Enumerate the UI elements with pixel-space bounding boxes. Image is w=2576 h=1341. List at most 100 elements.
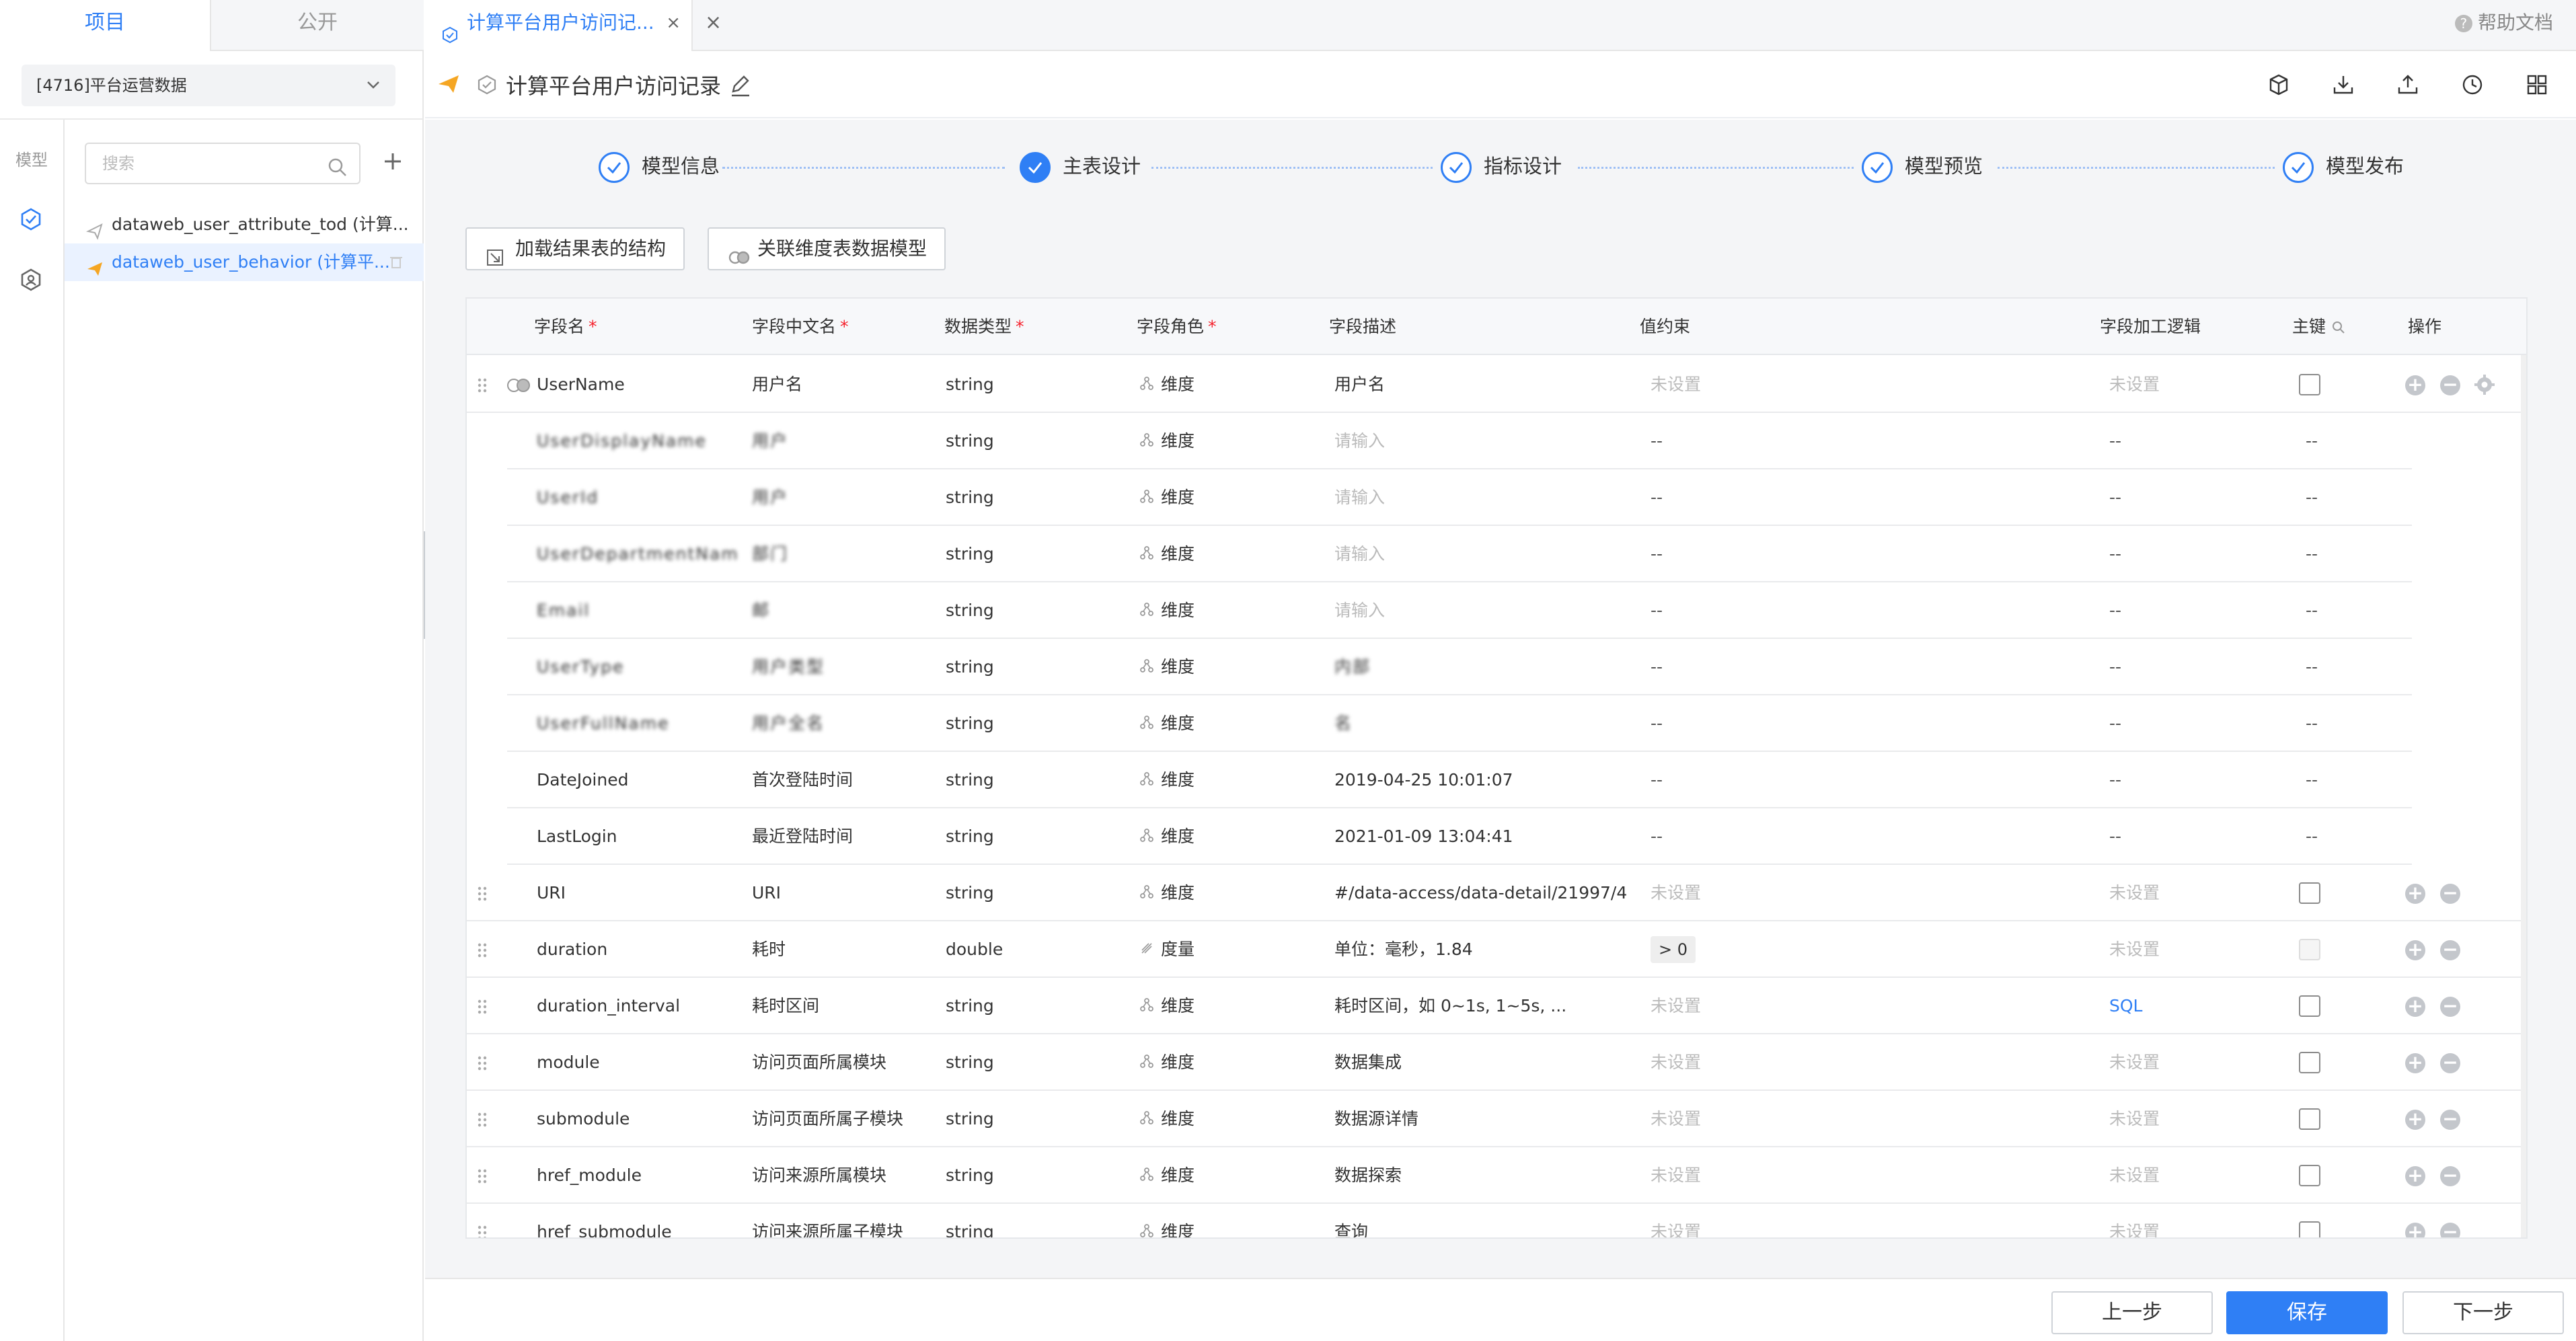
- remove-row-icon[interactable]: −: [2440, 375, 2460, 395]
- cell-field-desc[interactable]: 请输入: [1334, 582, 1630, 639]
- toggle-icon[interactable]: [506, 377, 533, 398]
- history-icon[interactable]: [2460, 73, 2485, 97]
- drag-handle-icon[interactable]: [476, 998, 488, 1020]
- table-row[interactable]: UserName 用户名 string 维度 用户名 未设置 未设置 + −: [467, 356, 2526, 413]
- cell-constraint[interactable]: 未设置: [1651, 1091, 2054, 1147]
- add-button[interactable]: [379, 144, 406, 179]
- table-row[interactable]: submodule 访问页面所属子模块 string 维度 数据源详情 未设置 未设置 + −: [467, 1091, 2526, 1147]
- save-button[interactable]: 保存: [2226, 1291, 2388, 1334]
- project-select[interactable]: [4716]平台运营数据: [22, 65, 395, 106]
- drag-handle-icon[interactable]: [476, 1167, 488, 1190]
- add-row-icon[interactable]: +: [2405, 1110, 2425, 1130]
- add-row-icon[interactable]: +: [2405, 884, 2425, 904]
- table-row[interactable]: href_module 访问来源所属模块 string 维度 数据探索 未设置 未设置 + −: [467, 1147, 2526, 1204]
- tab-public[interactable]: 公开: [210, 0, 424, 51]
- model-cube-icon[interactable]: [17, 206, 44, 233]
- table-row[interactable]: UserDepartmentName 部门 string 维度 请输入 -- -- --: [467, 526, 2526, 582]
- shield-icon[interactable]: [17, 266, 44, 293]
- add-row-icon[interactable]: +: [2405, 1166, 2425, 1186]
- tab-project[interactable]: 项目: [0, 0, 210, 51]
- table-row[interactable]: Email 邮 string 维度 请输入 -- -- --: [467, 582, 2526, 639]
- cell-constraint[interactable]: 未设置: [1651, 1034, 2054, 1091]
- remove-row-icon[interactable]: −: [2440, 884, 2460, 904]
- step-main-table[interactable]: 主表设计: [1020, 149, 1141, 183]
- drag-handle-icon[interactable]: [476, 885, 488, 907]
- add-row-icon[interactable]: +: [2405, 997, 2425, 1017]
- cell-field-desc[interactable]: 请输入: [1334, 526, 1630, 582]
- remove-row-icon[interactable]: −: [2440, 1110, 2460, 1130]
- cell-field-desc[interactable]: 请输入: [1334, 413, 1630, 469]
- upload-icon[interactable]: [2396, 73, 2420, 97]
- add-row-icon[interactable]: +: [2405, 375, 2425, 395]
- drag-handle-icon[interactable]: [476, 377, 488, 399]
- table-row[interactable]: duration 耗时 double 度量 单位：毫秒，1.84 > 0 未设置 + −: [467, 921, 2526, 978]
- close-icon[interactable]: ×: [666, 0, 681, 46]
- primary-key-checkbox[interactable]: [2299, 1165, 2320, 1186]
- add-row-icon[interactable]: +: [2405, 1223, 2425, 1237]
- drag-handle-icon[interactable]: [476, 1055, 488, 1077]
- primary-key-checkbox[interactable]: [2299, 374, 2320, 395]
- drag-handle-icon[interactable]: [476, 942, 488, 964]
- step-model-info[interactable]: 模型信息: [599, 149, 720, 183]
- remove-row-icon[interactable]: −: [2440, 1053, 2460, 1073]
- cell-logic[interactable]: 未设置: [2109, 1034, 2271, 1091]
- remove-row-icon[interactable]: −: [2440, 997, 2460, 1017]
- cube-icon[interactable]: [2267, 73, 2291, 97]
- primary-key-checkbox[interactable]: [2299, 882, 2320, 904]
- cell-constraint[interactable]: 未设置: [1651, 978, 2054, 1034]
- cell-logic[interactable]: 未设置: [2109, 1091, 2271, 1147]
- step-metrics[interactable]: 指标设计: [1441, 149, 1562, 183]
- add-row-icon[interactable]: +: [2405, 1053, 2425, 1073]
- download-icon[interactable]: [2331, 73, 2355, 97]
- step-publish[interactable]: 模型发布: [2283, 149, 2404, 183]
- table-row[interactable]: LastLogin 最近登陆时间 string 维度 2021-01-09 13:04:…: [467, 808, 2526, 865]
- cell-constraint[interactable]: 未设置: [1651, 865, 2054, 921]
- remove-row-icon[interactable]: −: [2440, 1166, 2460, 1186]
- link-dimension-button[interactable]: 关联维度表数据模型: [708, 227, 946, 270]
- edit-icon[interactable]: [729, 73, 752, 103]
- primary-key-checkbox[interactable]: [2299, 1052, 2320, 1073]
- table-row[interactable]: URI URI string 维度 #/data-access/data-detail/…: [467, 865, 2526, 921]
- table-row[interactable]: duration_interval 耗时区间 string 维度 耗时区间，如 0~1s…: [467, 978, 2526, 1034]
- cell-logic[interactable]: 未设置: [2109, 921, 2271, 978]
- remove-row-icon[interactable]: −: [2440, 940, 2460, 960]
- cell-constraint[interactable]: 未设置: [1651, 356, 2054, 413]
- primary-key-checkbox[interactable]: [2299, 995, 2320, 1017]
- primary-key-checkbox[interactable]: [2299, 1221, 2320, 1237]
- table-row[interactable]: DateJoined 首次登陆时间 string 维度 2019-04-25 10:01…: [467, 752, 2526, 808]
- cell-logic[interactable]: SQL: [2109, 978, 2271, 1034]
- help-doc-link[interactable]: ? 帮助文档: [2454, 0, 2553, 46]
- primary-key-checkbox[interactable]: [2299, 1108, 2320, 1130]
- tree-item-attribute[interactable]: dataweb_user_attribute_tod (计算...: [65, 206, 424, 243]
- cell-constraint[interactable]: 未设置: [1651, 1204, 2054, 1237]
- cell-logic[interactable]: 未设置: [2109, 1204, 2271, 1237]
- load-structure-button[interactable]: 加载结果表的结构: [465, 227, 685, 270]
- step-preview[interactable]: 模型预览: [1862, 149, 1983, 183]
- table-row[interactable]: UserType 用户类型 string 维度 内部 -- -- --: [467, 639, 2526, 695]
- cell-field-desc[interactable]: 请输入: [1334, 469, 1630, 526]
- table-row[interactable]: href_submodule 访问来源所属子模块 string 维度 查询 未设置 未设置 +…: [467, 1204, 2526, 1237]
- trash-icon[interactable]: [389, 243, 404, 281]
- search-icon[interactable]: [2331, 317, 2346, 336]
- cell-logic[interactable]: 未设置: [2109, 1147, 2271, 1204]
- primary-key-checkbox[interactable]: [2299, 939, 2320, 960]
- gear-icon[interactable]: [2474, 374, 2495, 400]
- search-icon[interactable]: [327, 153, 348, 192]
- drag-handle-icon[interactable]: [476, 1111, 488, 1133]
- cell-constraint[interactable]: > 0: [1651, 921, 2054, 978]
- table-row[interactable]: module 访问页面所属模块 string 维度 数据集成 未设置 未设置 + −: [467, 1034, 2526, 1091]
- add-row-icon[interactable]: +: [2405, 940, 2425, 960]
- cell-logic[interactable]: 未设置: [2109, 356, 2271, 413]
- table-row[interactable]: UserFullName 用户全名 string 维度 名 -- -- --: [467, 695, 2526, 752]
- tree-item-behavior[interactable]: dataweb_user_behavior (计算平...: [65, 243, 424, 281]
- grid-icon[interactable]: [2525, 73, 2549, 97]
- cell-logic[interactable]: 未设置: [2109, 865, 2271, 921]
- scrollbar[interactable]: [2521, 355, 2526, 1237]
- table-row[interactable]: UserDisplayName 用户 string 维度 请输入 -- -- --: [467, 413, 2526, 469]
- table-row[interactable]: UserId 用户 string 维度 请输入 -- -- --: [467, 469, 2526, 526]
- cell-constraint[interactable]: 未设置: [1651, 1147, 2054, 1204]
- prev-button[interactable]: 上一步: [2051, 1291, 2213, 1334]
- search-input[interactable]: 搜索: [85, 143, 361, 184]
- next-button[interactable]: 下一步: [2402, 1291, 2564, 1334]
- remove-row-icon[interactable]: −: [2440, 1223, 2460, 1237]
